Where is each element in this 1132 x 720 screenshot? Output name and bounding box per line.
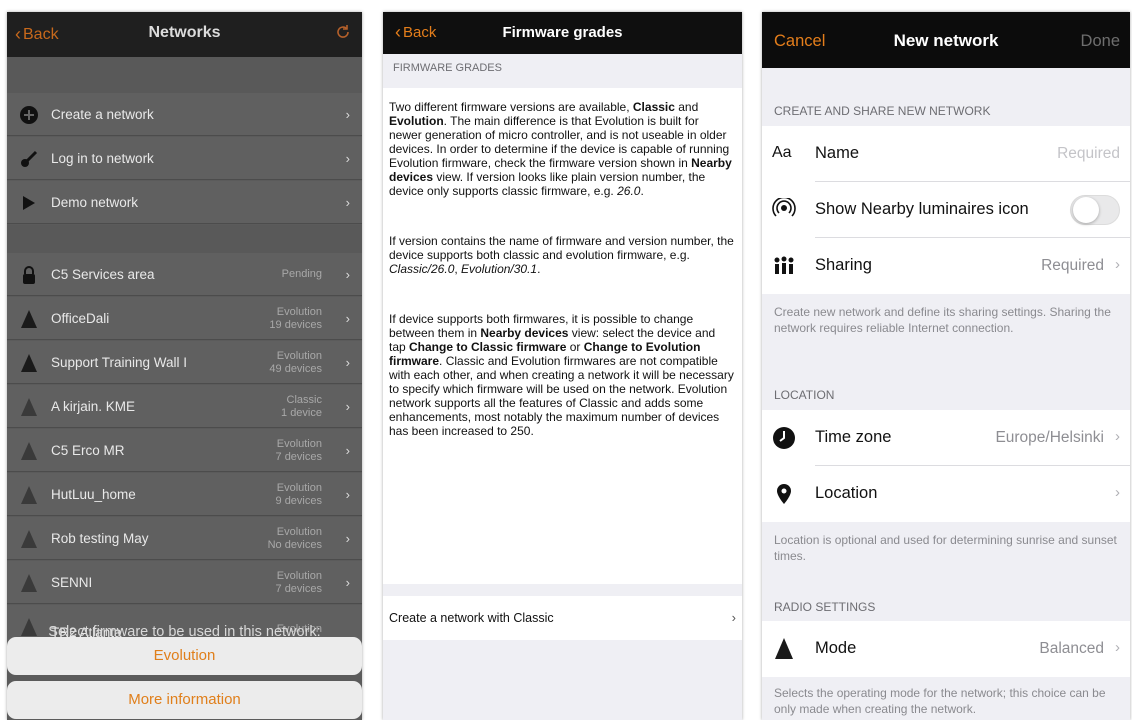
chevron-right-icon: › <box>345 531 350 546</box>
page-title: New network <box>893 31 999 50</box>
section-spacer <box>7 225 362 253</box>
chevron-right-icon: › <box>345 575 350 590</box>
network-a-icon <box>19 441 39 461</box>
networks-navbar: ‹ Back Networks <box>7 12 362 57</box>
mode-a-icon <box>772 637 796 661</box>
chevron-right-icon: › <box>345 487 350 502</box>
section-header: LOCATION <box>774 388 835 402</box>
network-row[interactable]: Support Training Wall I Evolution 49 devi… <box>7 341 362 384</box>
chevron-right-icon: › <box>731 610 736 625</box>
section-spacer <box>7 57 362 93</box>
network-a-icon <box>19 309 39 329</box>
chevron-right-icon: › <box>1115 256 1120 273</box>
create-network-classic-row[interactable]: Create a network with Classic › <box>383 596 742 640</box>
done-button[interactable]: Done <box>1081 32 1120 51</box>
plus-circle-icon <box>20 106 38 124</box>
new-network-screen: Cancel New network Done CREATE AND SHARE… <box>762 12 1130 720</box>
location-pin-icon <box>777 484 791 504</box>
location-note: Location is optional and used for determ… <box>774 533 1117 563</box>
play-icon <box>23 196 35 210</box>
nearby-icon-toggle[interactable] <box>1070 195 1120 225</box>
nearby-icon-row: Show Nearby luminaires icon <box>762 182 1130 238</box>
network-row[interactable]: HutLuu_home Evolution 9 devices › <box>7 473 362 516</box>
network-a-icon <box>19 397 39 417</box>
network-a-icon <box>19 573 39 593</box>
firmware-grades-screen: ‹ Back Firmware grades FIRMWARE GRADES T… <box>383 12 742 720</box>
chevron-right-icon: › <box>345 399 350 414</box>
mode-row[interactable]: Mode Balanced › <box>762 621 1130 677</box>
firmware-description: Two different firmware versions are avai… <box>383 88 742 584</box>
firmware-navbar: ‹ Back Firmware grades <box>383 12 742 54</box>
chevron-right-icon: › <box>345 151 350 166</box>
chevron-right-icon: › <box>1115 484 1120 501</box>
networks-screen: ‹ Back Networks Create a network › Log i… <box>7 12 362 720</box>
name-field[interactable]: Required <box>1057 145 1120 163</box>
chevron-right-icon: › <box>345 267 350 282</box>
network-row[interactable]: C5 Erco MR Evolution 7 devices › <box>7 429 362 472</box>
chevron-right-icon: › <box>345 355 350 370</box>
evolution-button[interactable]: Evolution <box>7 637 362 675</box>
clock-icon <box>773 427 795 449</box>
location-row[interactable]: Location › <box>762 466 1130 522</box>
page-title: Networks <box>148 24 221 41</box>
chevron-right-icon: › <box>345 311 350 326</box>
section-header: FIRMWARE GRADES <box>383 54 742 88</box>
people-icon <box>774 256 794 274</box>
menu-row-demo-network[interactable]: Demo network › <box>7 181 362 224</box>
lock-icon <box>23 266 35 284</box>
network-a-icon <box>19 529 39 549</box>
timezone-row[interactable]: Time zone Europe/Helsinki › <box>762 410 1130 466</box>
section-header: RADIO SETTINGS <box>774 600 876 614</box>
menu-row-create-network[interactable]: Create a network › <box>7 93 362 136</box>
network-row[interactable]: C5 Services area Pending › <box>7 253 362 296</box>
network-a-icon <box>19 353 39 373</box>
chevron-right-icon: › <box>345 107 350 122</box>
network-row[interactable]: SENNI Evolution 7 devices › <box>7 561 362 604</box>
new-network-navbar: Cancel New network Done <box>762 12 1130 68</box>
network-row[interactable]: Rob testing May Evolution No devices › <box>7 517 362 560</box>
sharing-note: Create new network and define its sharin… <box>774 305 1111 335</box>
network-row[interactable]: OfficeDali Evolution 19 devices › <box>7 297 362 340</box>
network-a-icon <box>19 485 39 505</box>
name-row[interactable]: Aa Name Required <box>762 126 1130 182</box>
chevron-right-icon: › <box>345 195 350 210</box>
broadcast-icon <box>772 198 796 217</box>
key-icon <box>21 150 38 167</box>
chevron-right-icon: › <box>345 443 350 458</box>
sharing-row[interactable]: Sharing Required › <box>762 238 1130 294</box>
network-row[interactable]: A kirjain. KME Classic 1 device › <box>7 385 362 428</box>
more-information-button[interactable]: More information <box>7 681 362 719</box>
chevron-right-icon: › <box>1115 639 1120 656</box>
page-title: Firmware grades <box>502 24 623 41</box>
text-format-icon: Aa <box>772 144 792 161</box>
refresh-icon <box>337 25 349 38</box>
menu-row-log-in[interactable]: Log in to network › <box>7 137 362 180</box>
refresh-button[interactable] <box>334 23 352 46</box>
section-header: CREATE AND SHARE NEW NETWORK <box>774 104 991 118</box>
mode-note: Selects the operating mode for the netwo… <box>774 686 1106 716</box>
chevron-right-icon: › <box>1115 428 1120 445</box>
